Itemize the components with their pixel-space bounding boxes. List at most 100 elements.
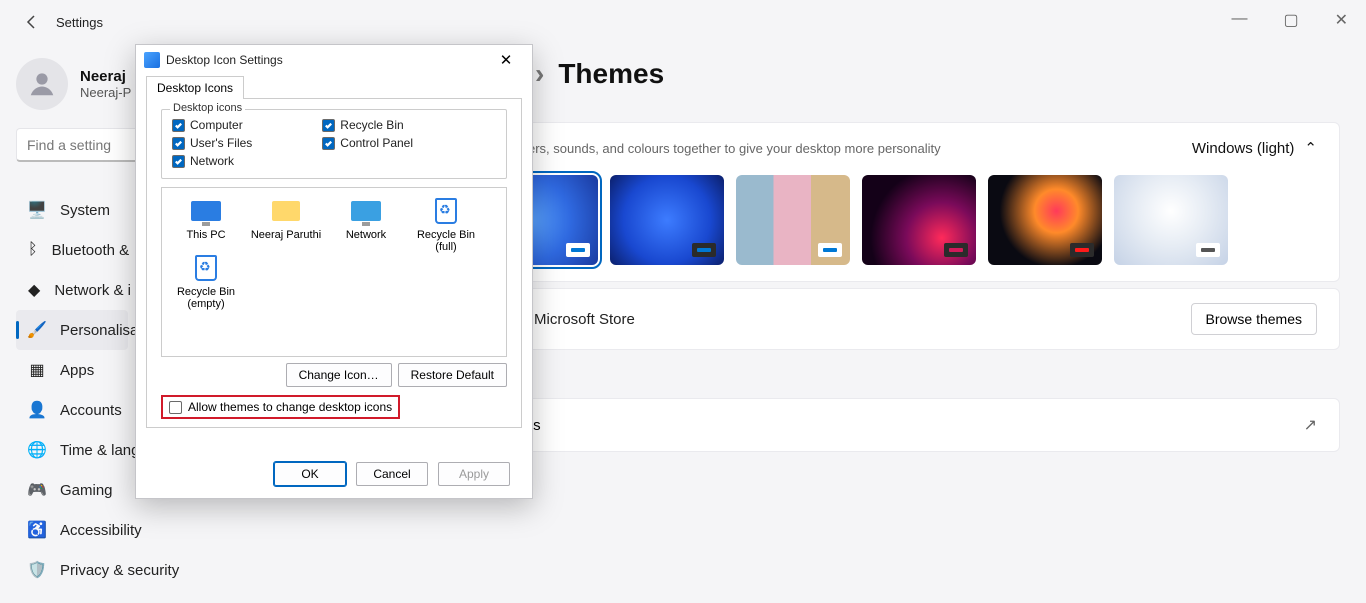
nav-label: Accessibility xyxy=(60,522,142,539)
top-bar: Settings xyxy=(0,0,1366,44)
mini-taskbar-icon xyxy=(944,243,968,257)
breadcrumb-sep: › xyxy=(535,58,544,90)
dialog-close-button[interactable]: ✕ xyxy=(488,46,524,74)
nav-icon: 👤 xyxy=(28,401,46,419)
maximize-button[interactable]: ▢ xyxy=(1283,10,1298,30)
chevron-up-icon: ⌃ xyxy=(1304,139,1317,157)
icon-label: Recycle Bin (empty) xyxy=(166,286,246,310)
nav-icon: 🛡️ xyxy=(28,561,46,579)
close-button[interactable]: ✕ xyxy=(1335,10,1348,30)
dialog-tab-area: Desktop Icons Desktop icons Computer Use… xyxy=(136,75,532,428)
dialog-titlebar[interactable]: Desktop Icon Settings ✕ xyxy=(136,45,532,75)
checkbox-computer[interactable]: Computer xyxy=(172,118,252,132)
nav-item-accounts[interactable]: 👤 Accounts xyxy=(16,390,128,430)
window-controls: — ▢ ✕ xyxy=(1231,10,1348,30)
restore-default-button[interactable]: Restore Default xyxy=(398,363,507,387)
apply-button[interactable]: Apply xyxy=(438,462,510,486)
dialog-icon xyxy=(144,52,160,68)
nav-item-system[interactable]: 🖥️ System xyxy=(16,190,128,230)
cancel-button[interactable]: Cancel xyxy=(356,462,428,486)
theme-tile-6[interactable] xyxy=(1114,175,1228,265)
nav-icon: 🖥️ xyxy=(28,201,46,219)
checkbox-network[interactable]: Network xyxy=(172,154,252,168)
nav-item-apps[interactable]: ▦ Apps xyxy=(16,350,128,390)
desktop-icon-glyph xyxy=(188,253,224,283)
open-icon: ↗ xyxy=(1304,415,1317,435)
nav-item-accessibility[interactable]: ♿Accessibility xyxy=(16,510,128,550)
icon-label: Recycle Bin (full) xyxy=(406,229,486,253)
desktop-icon-glyph xyxy=(268,196,304,226)
nav-icon: 🎮 xyxy=(28,481,46,499)
group-label: Desktop icons xyxy=(170,102,245,114)
nav-icon: 🌐 xyxy=(28,441,46,459)
avatar xyxy=(16,58,68,110)
nav-label: Time & lang xyxy=(60,442,139,459)
nav-icon: ᛒ xyxy=(28,241,38,259)
nav-label: Privacy & security xyxy=(60,562,179,579)
icon-preview-grid[interactable]: This PC Neeraj Paruthi Network Recycle Bin … xyxy=(161,187,507,357)
icon-item-this-pc[interactable]: This PC xyxy=(166,196,246,253)
nav-label: System xyxy=(60,202,110,219)
ok-button[interactable]: OK xyxy=(274,462,346,486)
nav-item-bluetooth-[interactable]: ᛒ Bluetooth & xyxy=(16,230,128,270)
mini-taskbar-icon xyxy=(1070,243,1094,257)
icon-item-neeraj-paruthi[interactable]: Neeraj Paruthi xyxy=(246,196,326,253)
nav-item-personalisat[interactable]: 🖌️Personalisat xyxy=(16,310,128,350)
nav-item-network-i[interactable]: ◆ Network & i xyxy=(16,270,128,310)
desktop-icons-group: Desktop icons Computer User's Files Netw… xyxy=(161,109,507,179)
icon-item-recycle-bin-empty-[interactable]: Recycle Bin (empty) xyxy=(166,253,246,310)
themes-expander[interactable]: Windows (light) ⌃ xyxy=(1192,139,1317,157)
nav-icon: ▦ xyxy=(28,361,46,379)
theme-tile-2[interactable] xyxy=(610,175,724,265)
breadcrumb-current: Themes xyxy=(558,58,664,90)
desktop-icon-glyph xyxy=(428,196,464,226)
nav-item-gaming[interactable]: 🎮 Gaming xyxy=(16,470,128,510)
mini-taskbar-icon xyxy=(566,243,590,257)
tab-desktop-icons[interactable]: Desktop Icons xyxy=(146,76,244,99)
mini-taskbar-icon xyxy=(1196,243,1220,257)
nav-icon: ♿ xyxy=(28,521,46,539)
change-icon-button[interactable]: Change Icon… xyxy=(286,363,392,387)
checkbox-control-panel[interactable]: Control Panel xyxy=(322,136,413,150)
browse-themes-button[interactable]: Browse themes xyxy=(1191,303,1317,335)
search-placeholder: Find a setting xyxy=(27,137,111,153)
mini-taskbar-icon xyxy=(818,243,842,257)
user-name: Neeraj xyxy=(80,68,131,85)
nav-label: Apps xyxy=(60,362,94,379)
icon-item-network[interactable]: Network xyxy=(326,196,406,253)
icon-label: Network xyxy=(346,229,386,241)
theme-tile-3[interactable] xyxy=(736,175,850,265)
user-email: Neeraj-P xyxy=(80,85,131,100)
app-title: Settings xyxy=(56,15,103,30)
nav-label: Gaming xyxy=(60,482,113,499)
nav-label: Personalisat xyxy=(60,322,143,339)
icon-item-recycle-bin-full-[interactable]: Recycle Bin (full) xyxy=(406,196,486,253)
expander-label: Windows (light) xyxy=(1192,140,1295,157)
dialog-button-row: OK Cancel Apply xyxy=(274,462,510,486)
checkbox-recycle-bin[interactable]: Recycle Bin xyxy=(322,118,413,132)
minimize-button[interactable]: — xyxy=(1231,10,1247,30)
back-button[interactable] xyxy=(12,2,52,42)
theme-tile-5[interactable] xyxy=(988,175,1102,265)
allow-themes-checkbox[interactable]: Allow themes to change desktop icons xyxy=(161,395,400,419)
mini-taskbar-icon xyxy=(692,243,716,257)
desktop-icon-settings-dialog: Desktop Icon Settings ✕ Desktop Icons De… xyxy=(135,44,533,499)
nav-label: Network & i xyxy=(54,282,131,299)
allow-themes-label: Allow themes to change desktop icons xyxy=(188,400,392,414)
breadcrumb: › Themes xyxy=(535,58,664,90)
desktop-icon-glyph xyxy=(188,196,224,226)
checkbox-users-files[interactable]: User's Files xyxy=(172,136,252,150)
desktop-icon-glyph xyxy=(348,196,384,226)
checkbox-empty-icon xyxy=(169,401,182,414)
nav-icon: 🖌️ xyxy=(28,321,46,339)
nav-item-time-lang[interactable]: 🌐Time & lang xyxy=(16,430,128,470)
nav-label: Accounts xyxy=(60,402,122,419)
nav-item-privacy-security[interactable]: 🛡️Privacy & security xyxy=(16,550,128,590)
nav-label: Bluetooth & xyxy=(52,242,130,259)
icon-label: This PC xyxy=(186,229,225,241)
dialog-title: Desktop Icon Settings xyxy=(166,53,488,67)
tab-panel: Desktop icons Computer User's Files Netw… xyxy=(146,98,522,428)
nav-icon: ◆ xyxy=(28,281,40,299)
theme-tile-4[interactable] xyxy=(862,175,976,265)
icon-label: Neeraj Paruthi xyxy=(251,229,321,241)
